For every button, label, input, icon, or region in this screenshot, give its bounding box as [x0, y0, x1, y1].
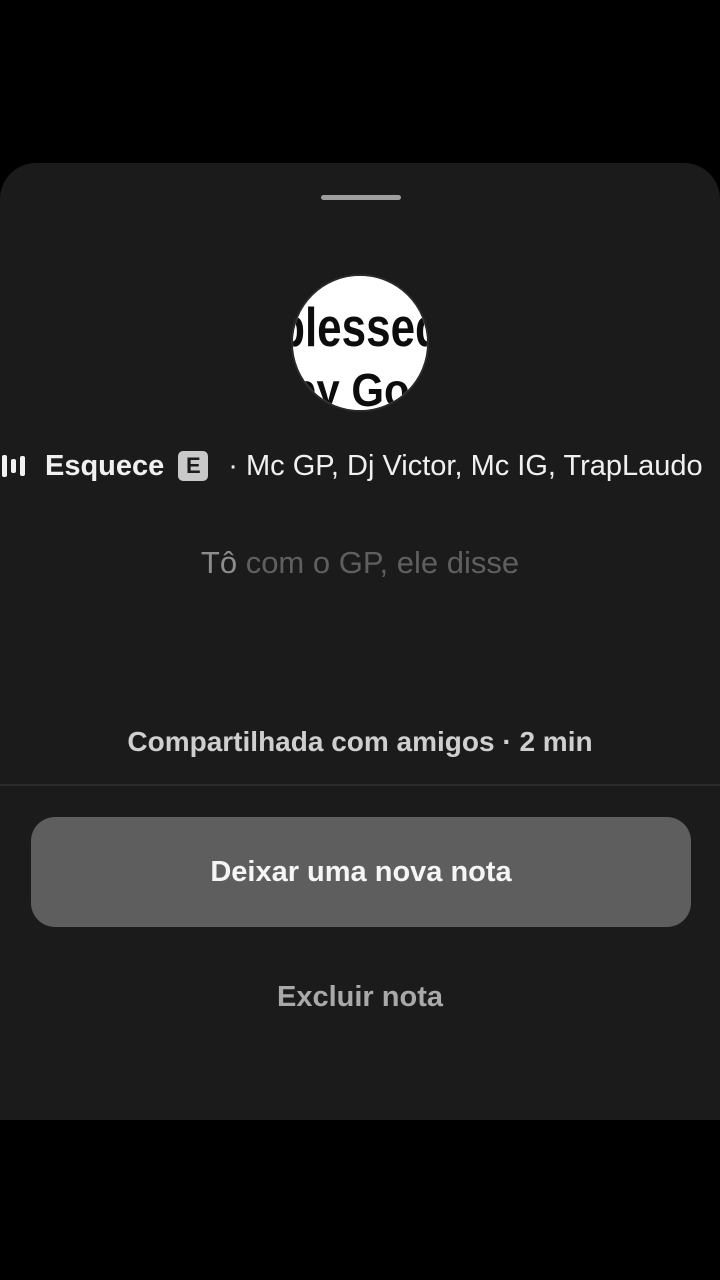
- new-note-button[interactable]: Deixar uma nova nota: [31, 817, 691, 927]
- explicit-badge: E: [178, 451, 209, 481]
- note-text-first-word: Tô: [200, 545, 238, 580]
- avatar-text-line2: by God: [293, 365, 427, 410]
- note-text-rest: com o GP, ele disse: [237, 545, 520, 580]
- avatar-text-line1: blessed: [293, 296, 427, 358]
- note-text: Tô com o GP, ele disse: [0, 545, 720, 581]
- song-artists: · Mc GP, Dj Victor, Mc IG, TrapLaudo: [228, 449, 703, 482]
- equalizer-icon: [2, 453, 25, 479]
- divider: [0, 784, 720, 786]
- music-row[interactable]: Esquece E · Mc GP, Dj Victor, Mc IG, Tra…: [0, 446, 720, 486]
- bottom-sheet: blessed by God Esquece E · Mc GP, Dj Vic…: [0, 163, 720, 1120]
- song-title: Esquece: [45, 449, 165, 482]
- screen: blessed by God Esquece E · Mc GP, Dj Vic…: [0, 0, 720, 1280]
- avatar[interactable]: blessed by God: [291, 274, 429, 412]
- avatar-image: blessed by God: [293, 276, 427, 410]
- delete-note-button[interactable]: Excluir nota: [0, 981, 720, 1014]
- shared-info: Compartilhada com amigos · 2 min: [127, 726, 593, 757]
- drag-handle[interactable]: [321, 195, 401, 200]
